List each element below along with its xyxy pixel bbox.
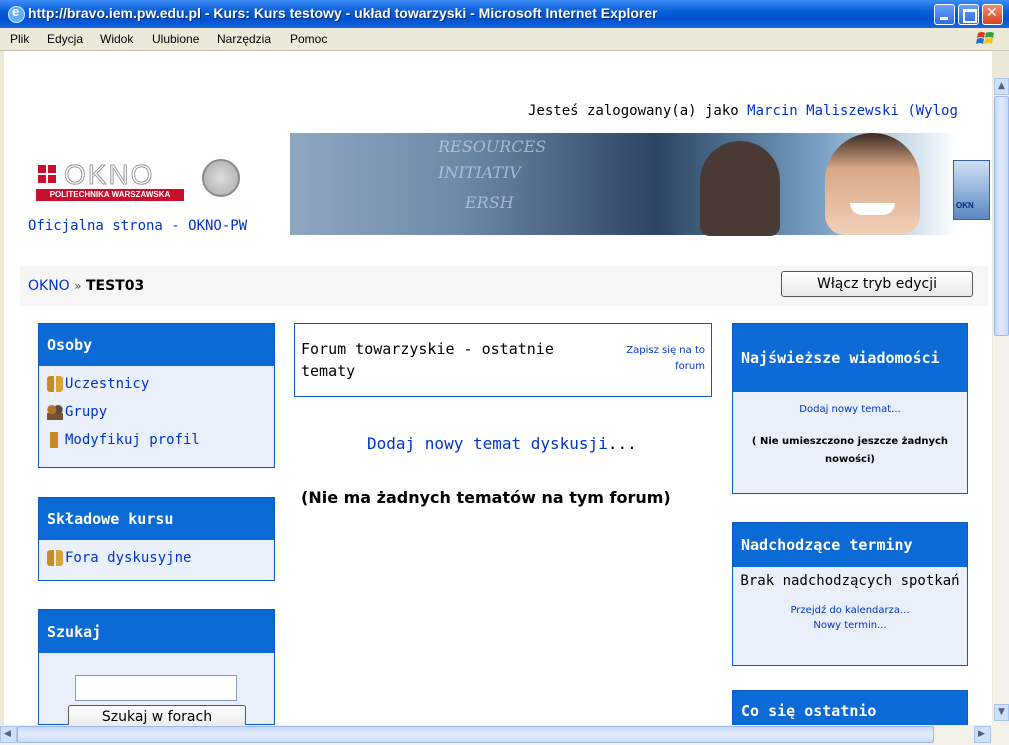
header-banner-image: RESOURCES INITIATIV ERSH (290, 133, 957, 236)
logout-link[interactable]: (Wylog (907, 103, 958, 119)
edit-profile-label: Modyfikuj profil (65, 432, 200, 448)
breadcrumb: OKNO » TEST03 (28, 278, 144, 294)
search-input[interactable] (75, 675, 237, 701)
events-block: Nadchodzące terminy Brak nadchodzących s… (732, 522, 968, 666)
menu-ulubione[interactable]: Ulubione (152, 32, 199, 46)
login-prefix: Jesteś zalogowany(a) jako (528, 103, 739, 119)
internet-explorer-icon (8, 4, 25, 23)
vertical-scroll-thumb[interactable] (994, 96, 1009, 336)
new-event-link[interactable]: Nowy termin... (733, 620, 967, 631)
osoby-block: Osoby Uczestnicy Grupy Modyfikuj profil (38, 323, 275, 468)
scroll-right-button[interactable]: ▶ (974, 726, 991, 743)
add-topic-link[interactable]: Dodaj nowy temat dyskusji (367, 434, 608, 453)
forums-link[interactable]: Fora dyskusyjne (39, 544, 274, 572)
menu-pomoc[interactable]: Pomoc (290, 32, 327, 46)
no-topics-message: (Nie ma żadnych tematów na tym forum) (301, 488, 671, 507)
scroll-down-button[interactable]: ▼ (994, 704, 1009, 721)
recent-activity-block: Co się ostatnio (732, 690, 968, 731)
banner-person-left (700, 141, 780, 236)
forum-icon (47, 550, 63, 566)
official-site-link[interactable]: Oficjalna strona - OKNO-PW (28, 218, 247, 234)
no-news-message: ( Nie umieszczono jeszcze żadnych nowośc… (751, 436, 949, 465)
subscribe-link[interactable]: Zapisz się na to forum (605, 343, 705, 375)
mini-logo: OKN (953, 160, 990, 220)
news-title: Najświeższe wiadomości (733, 324, 967, 392)
scroll-left-button[interactable]: ◀ (0, 726, 17, 743)
participants-link[interactable]: Uczestnicy (39, 370, 274, 398)
mini-logo-text: OKN (956, 201, 974, 210)
skladowe-title: Składowe kursu (39, 498, 274, 540)
horizontal-scrollbar[interactable]: ◀ ▶ (0, 725, 1009, 745)
szukaj-title: Szukaj (39, 610, 274, 653)
groups-label: Grupy (65, 404, 108, 420)
menu-plik[interactable]: Plik (10, 32, 29, 46)
forum-header-box: Forum towarzyskie - ostatnie tematy Zapi… (294, 323, 712, 397)
horizontal-scroll-thumb[interactable] (17, 726, 934, 743)
add-news-link[interactable]: Dodaj nowy temat... (733, 404, 967, 415)
okno-logo[interactable]: OKNO POLITECHNIKA WARSZAWSKA (34, 153, 246, 205)
forum-title: Forum towarzyskie - ostatnie tematy (301, 340, 554, 380)
maximize-button[interactable] (958, 4, 979, 25)
add-topic-ellipsis: ... (607, 434, 637, 453)
user-name-link[interactable]: Marcin Maliszewski (747, 103, 899, 119)
edit-mode-button[interactable]: Włącz tryb edycji (781, 271, 973, 297)
menu-widok[interactable]: Widok (100, 32, 133, 46)
participants-label: Uczestnicy (65, 376, 150, 392)
skladowe-block: Składowe kursu Fora dyskusyjne (38, 497, 275, 581)
osoby-title: Osoby (39, 324, 274, 366)
user-icon (47, 432, 63, 448)
groups-icon (47, 404, 63, 420)
logo-subtitle: POLITECHNIKA WARSZAWSKA (36, 189, 184, 201)
login-info: Jesteś zalogowany(a) jako Marcin Malisze… (528, 103, 958, 119)
menu-edycja[interactable]: Edycja (47, 32, 83, 46)
groups-link[interactable]: Grupy (39, 398, 274, 426)
forums-label: Fora dyskusyjne (65, 550, 192, 566)
add-topic-line: Dodaj nowy temat dyskusji... (367, 434, 637, 453)
banner-word-1: RESOURCES (438, 137, 547, 156)
menu-bar: Plik Edycja Widok Ulubione Narzędzia Pom… (0, 28, 1009, 51)
breadcrumb-separator: » (74, 279, 82, 293)
banner-word-2: INITIATIV (438, 163, 521, 182)
calendar-link[interactable]: Przejdź do kalendarza... (733, 605, 967, 616)
window-title: http://bravo.iem.pw.edu.pl - Kurs: Kurs … (28, 5, 658, 21)
logo-word: OKNO (63, 159, 155, 191)
university-seal-icon (202, 159, 240, 197)
edit-profile-link[interactable]: Modyfikuj profil (39, 426, 274, 454)
breadcrumb-home-link[interactable]: OKNO (28, 278, 70, 294)
close-button[interactable] (982, 4, 1003, 25)
people-icon (47, 376, 63, 392)
browser-window: http://bravo.iem.pw.edu.pl - Kurs: Kurs … (0, 0, 1009, 745)
no-events-message: Brak nadchodzących spotkań (740, 573, 960, 589)
scroll-up-button[interactable]: ▲ (994, 78, 1009, 95)
menu-narzedzia[interactable]: Narzędzia (217, 32, 271, 46)
vertical-scrollbar[interactable]: ▲ ▼ (993, 78, 1009, 725)
banner-person-right (825, 133, 920, 235)
news-block: Najświeższe wiadomości Dodaj nowy temat.… (732, 323, 968, 494)
banner-word-3: ERSH (465, 193, 514, 212)
breadcrumb-current: TEST03 (85, 278, 145, 294)
minimize-button[interactable] (934, 4, 955, 25)
events-title: Nadchodzące terminy (733, 523, 967, 567)
title-bar: http://bravo.iem.pw.edu.pl - Kurs: Kurs … (0, 0, 1009, 28)
windows-flag-icon (976, 32, 994, 44)
